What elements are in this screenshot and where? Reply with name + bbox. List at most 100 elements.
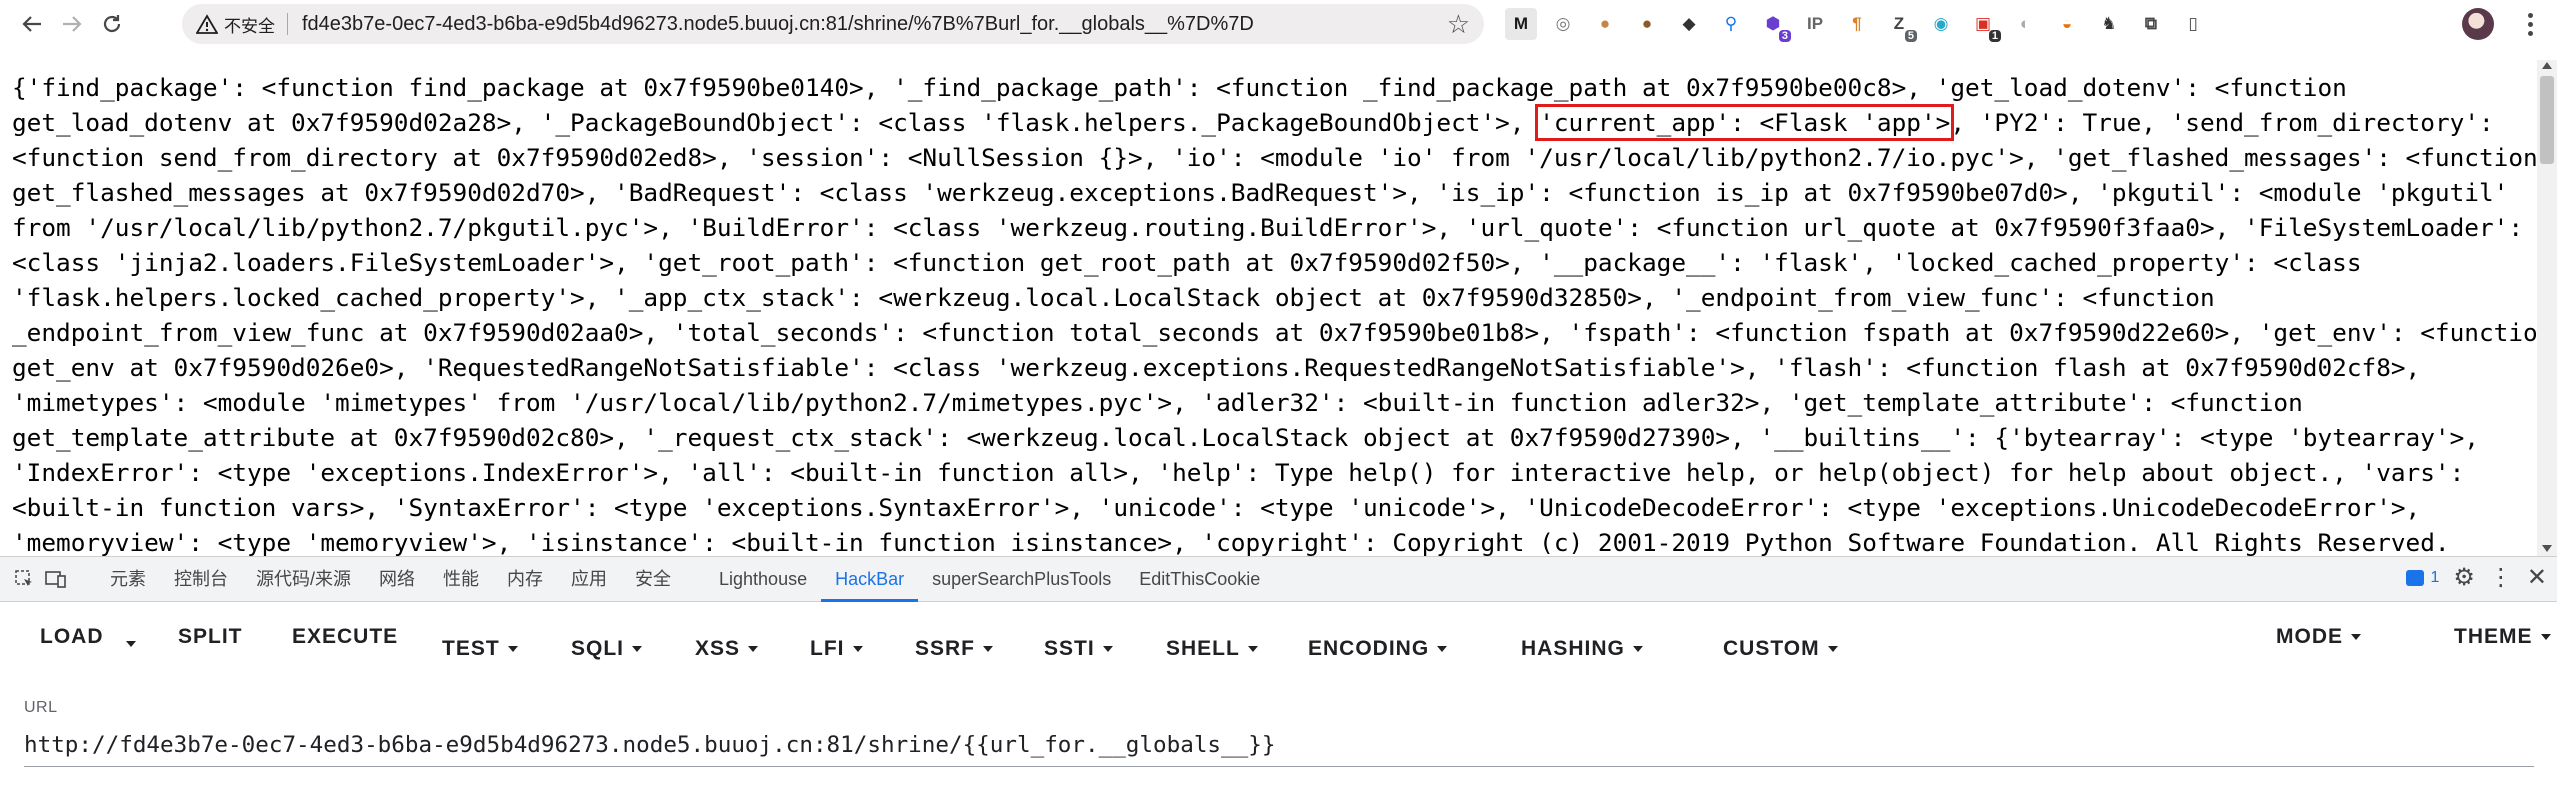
browser-menu-button[interactable] (2515, 8, 2545, 40)
devtools-tab-bar: 元素 控制台 源代码/来源 网络 性能 内存 应用 安全 Lighthouse HackBar su… (0, 557, 2557, 602)
inspect-element-icon[interactable] (8, 563, 40, 595)
theme-menu[interactable]: THEME (2454, 625, 2551, 649)
execute-button[interactable]: EXECUTE (292, 625, 398, 649)
dump-segment: , 'PY2': True, 'send_from_directory': (1950, 108, 2494, 137)
scroll-up-arrow-icon[interactable] (2542, 62, 2552, 69)
caret-down-icon (748, 646, 759, 652)
caret-down-icon (852, 646, 863, 652)
devtools-tab-10[interactable]: superSearchPlusTools (918, 557, 1125, 602)
devtools-tab-2[interactable]: 源代码/来源 (242, 557, 365, 602)
extension-0-icon[interactable]: M (1505, 8, 1537, 40)
caret-down-icon (1827, 646, 1838, 652)
hackbar-url-input[interactable]: http://fd4e3b7e-0ec7-4ed3-b6ba-e9d5b4d96… (24, 727, 2534, 767)
page-scrollbar[interactable] (2537, 60, 2557, 556)
load-dropdown-icon[interactable] (126, 634, 136, 652)
dump-segment: get_env at 0x7f9590d026e0>, 'RequestedRa… (12, 353, 2421, 382)
address-bar[interactable]: 不安全 fd4e3b7e-0ec7-4ed3-b6ba-e9d5b4d96273… (182, 4, 1484, 44)
load-label: LOAD (40, 625, 104, 648)
extension-badge: 3 (1778, 30, 1791, 42)
close-devtools-icon[interactable]: ✕ (2527, 563, 2547, 592)
hackbar-toolbar: LOAD SPLIT EXECUTE TEST SQLI XSS LFI SSRF SST… (0, 607, 2557, 667)
split-button[interactable]: SPLIT (178, 625, 243, 649)
devtools-tab-0[interactable]: 元素 (96, 557, 160, 602)
extension-1-icon[interactable]: ◎ (1547, 8, 1579, 40)
extension-7-icon[interactable]: IP (1799, 8, 1831, 40)
extension-14-icon[interactable]: ♞ (2093, 8, 2125, 40)
dump-line: 'memoryview': <type 'memoryview'>, 'isin… (12, 525, 2537, 556)
hackbar-menu-hashing[interactable]: HASHING (1521, 637, 1643, 661)
hackbar-menu-test[interactable]: TEST (442, 637, 518, 661)
dump-line: get_flashed_messages at 0x7f9590d02d70>,… (12, 175, 2537, 210)
dump-line: {'find_package': <function find_package … (12, 70, 2537, 105)
extension-8-icon[interactable]: ¶ (1841, 8, 1873, 40)
extension-10-icon[interactable]: ◉ (1925, 8, 1957, 40)
dump-line: get_env at 0x7f9590d026e0>, 'RequestedRa… (12, 350, 2537, 385)
dump-line: <built-in function vars>, 'SyntaxError':… (12, 490, 2537, 525)
issues-count: 1 (2430, 568, 2440, 586)
devtools-tab-6[interactable]: 应用 (557, 557, 621, 602)
dump-line: <function send_from_directory at 0x7f959… (12, 140, 2537, 175)
extension-13-icon[interactable]: ◒ (2051, 8, 2083, 40)
dump-segment: 'IndexError': <type 'exceptions.IndexErr… (12, 458, 2465, 487)
devtools-tab-8[interactable]: Lighthouse (705, 557, 821, 602)
load-button[interactable]: LOAD (40, 625, 104, 649)
devtools-tab-4[interactable]: 性能 (429, 557, 493, 602)
extension-15-icon[interactable]: ⧉ (2135, 8, 2167, 40)
extension-9-icon[interactable]: Z5 (1883, 8, 1917, 42)
caret-down-icon (1437, 646, 1448, 652)
dump-segment: get_template_attribute at 0x7f9590d02c80… (12, 423, 2479, 452)
hackbar-menu-label: SQLI (571, 637, 625, 660)
hackbar-menu-encoding[interactable]: ENCODING (1308, 637, 1448, 661)
extension-2-icon[interactable]: ● (1589, 8, 1621, 40)
devtools-tabs: 元素 控制台 源代码/来源 网络 性能 内存 应用 安全 Lighthouse HackBar su… (96, 557, 1274, 602)
hackbar-menu-shell[interactable]: SHELL (1166, 637, 1258, 661)
caret-down-icon (1247, 646, 1258, 652)
forward-button[interactable] (52, 4, 92, 44)
address-url[interactable]: fd4e3b7e-0ec7-4ed3-b6ba-e9d5b4d96273.nod… (302, 13, 1254, 36)
arrow-left-icon (22, 16, 41, 32)
issues-icon (2406, 569, 2425, 586)
hackbar-menu-ssrf[interactable]: SSRF (915, 637, 994, 661)
devtools-tab-1[interactable]: 控制台 (160, 557, 242, 602)
bookmark-star-icon[interactable]: ☆ (1447, 9, 1470, 40)
devtools-tab-11[interactable]: EditThisCookie (1125, 557, 1274, 602)
hackbar-menu-label: SSTI (1044, 637, 1095, 660)
devtools-actions: 1 ⚙ ⋮ ✕ (2406, 563, 2547, 592)
warning-icon[interactable] (196, 13, 218, 35)
devtools-tab-3[interactable]: 网络 (365, 557, 429, 602)
reload-button[interactable] (92, 4, 132, 44)
scroll-down-arrow-icon[interactable] (2542, 545, 2552, 552)
extension-11-icon[interactable]: ▣ 1 (1967, 8, 2001, 42)
hackbar-menu-custom[interactable]: CUSTOM (1723, 637, 1838, 661)
url-field-label: URL (24, 699, 58, 716)
settings-gear-icon[interactable]: ⚙ (2453, 563, 2475, 592)
hackbar-menu-xss[interactable]: XSS (695, 637, 759, 661)
dump-line: from '/usr/local/lib/python2.7/pkgutil.p… (12, 210, 2537, 245)
hackbar-menu-ssti[interactable]: SSTI (1044, 637, 1113, 661)
extension-4-icon[interactable]: ◆ (1673, 8, 1705, 40)
extension-12-icon[interactable]: ◐ (2009, 8, 2041, 40)
dump-segment: get_load_dotenv at 0x7f9590d02a28>, '_Pa… (12, 108, 1540, 137)
extension-6-icon[interactable]: ⬢ 3 (1757, 8, 1791, 42)
caret-down-icon (1632, 646, 1643, 652)
extension-3-icon[interactable]: ● (1631, 8, 1663, 40)
hackbar-menu-lfi[interactable]: LFI (810, 637, 863, 661)
devtools-tab-9[interactable]: HackBar (821, 557, 919, 602)
hackbar-menu-label: TEST (442, 637, 500, 660)
insecure-label[interactable]: 不安全 (224, 12, 275, 37)
more-options-icon[interactable]: ⋮ (2489, 563, 2513, 592)
issues-counter[interactable]: 1 (2406, 569, 2439, 587)
devtools-tab-5[interactable]: 内存 (493, 557, 557, 602)
hackbar-menu-sqli[interactable]: SQLI (571, 637, 643, 661)
back-button[interactable] (12, 4, 52, 44)
profile-avatar[interactable] (2462, 8, 2494, 40)
scrollbar-thumb[interactable] (2540, 76, 2554, 164)
dump-line: 'mimetypes': <module 'mimetypes' from '/… (12, 385, 2537, 420)
devtools-tab-7[interactable]: 安全 (621, 557, 685, 602)
dump-segment: 'mimetypes': <module 'mimetypes' from '/… (12, 388, 2303, 417)
device-toolbar-icon[interactable] (40, 563, 72, 595)
extension-16-icon[interactable]: ▯ (2177, 8, 2209, 40)
extension-5-icon[interactable]: ⚲ (1715, 8, 1747, 40)
mode-menu[interactable]: MODE (2276, 625, 2361, 649)
dump-segment: get_flashed_messages at 0x7f9590d02d70>,… (12, 178, 2509, 207)
